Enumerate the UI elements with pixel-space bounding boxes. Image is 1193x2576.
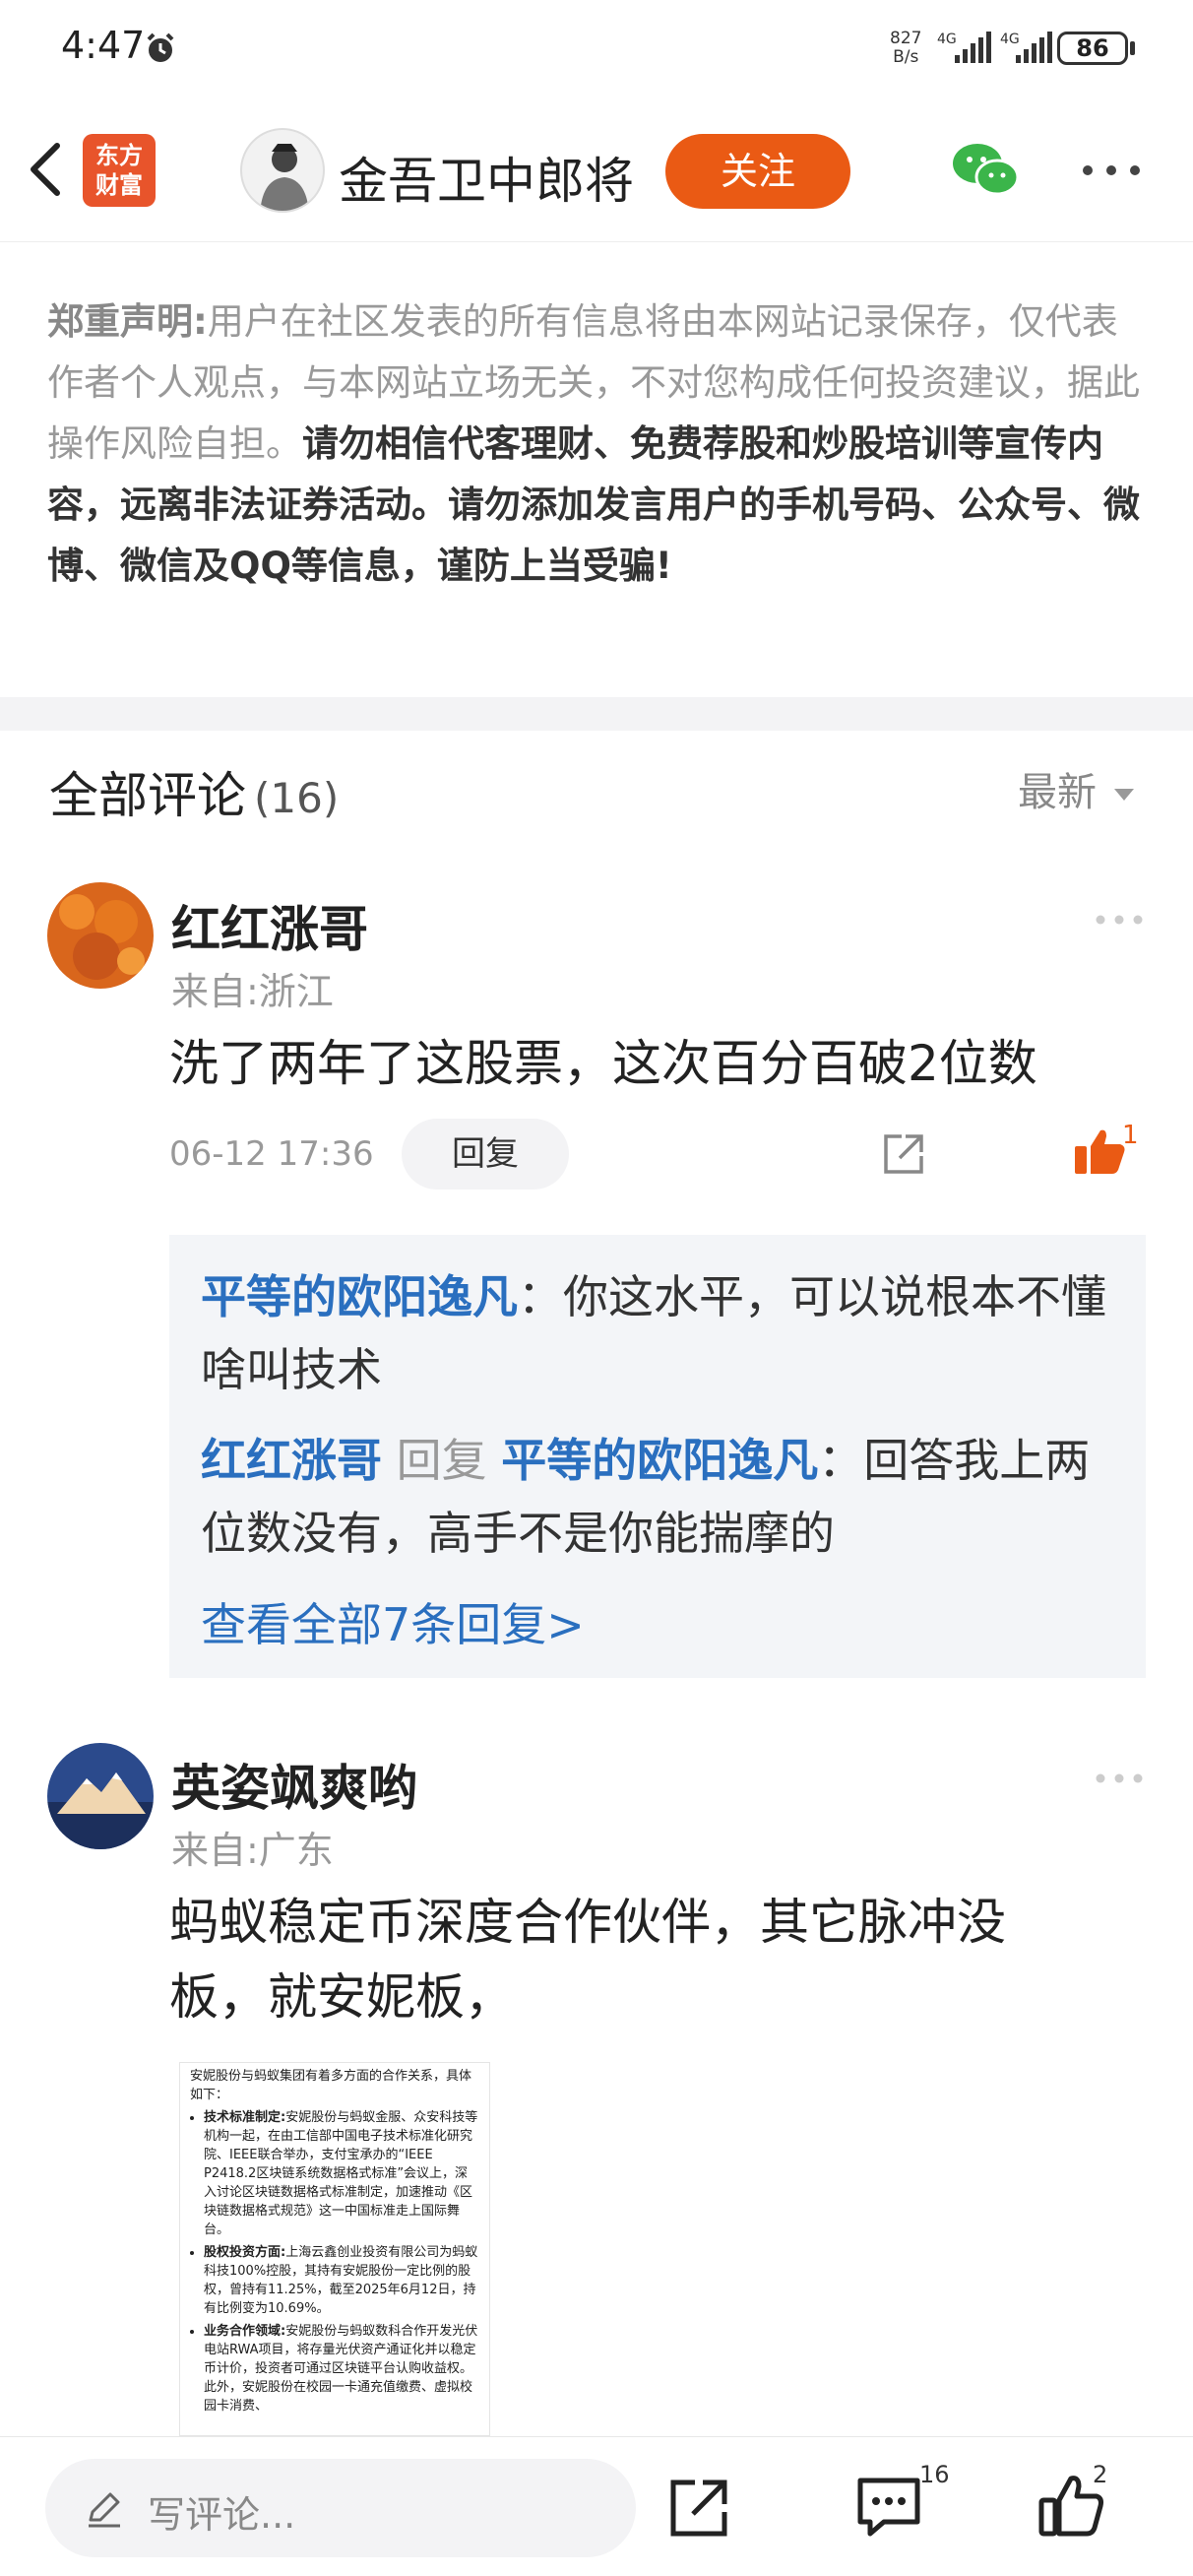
battery-tip — [1130, 41, 1135, 55]
bottom-action-bar: 写评论... 16 2 — [0, 2436, 1193, 2576]
view-all-replies-link[interactable]: 查看全部7条回复> — [201, 1589, 585, 1654]
disclaimer: 郑重声明:用户在社区发表的所有信息将由本网站记录保存，仅代表作者个人观点，与本网… — [47, 291, 1152, 597]
reply-target-user[interactable]: 平等的欧阳逸凡 — [501, 1434, 818, 1487]
svg-text:4G: 4G — [937, 32, 957, 47]
more-options-icon[interactable] — [1081, 163, 1142, 177]
commenter-avatar[interactable] — [47, 882, 154, 989]
status-time: 4:47 — [61, 24, 146, 67]
pencil-icon — [89, 2492, 120, 2528]
comment-input[interactable]: 写评论... — [45, 2459, 636, 2557]
reply-user[interactable]: 红红涨哥 — [201, 1434, 382, 1487]
disclaimer-title: 郑重声明: — [47, 300, 208, 343]
back-arrow-icon[interactable] — [22, 138, 69, 201]
status-bar: 4:47 827 B/s 4G 4G 86 — [0, 0, 1193, 98]
signal-icon: 4G — [937, 32, 991, 63]
comment-text: 洗了两年了这股票，这次百分百破2位数 — [169, 1035, 1037, 1092]
comment-count: 16 — [919, 2461, 950, 2488]
comments-heading: 全部评论 (16) — [49, 767, 340, 824]
comment-time: 06-12 17:36 — [169, 1134, 374, 1174]
comment-placeholder: 写评论... — [148, 2493, 296, 2537]
like-count: 2 — [1093, 2461, 1108, 2488]
thumbs-up-icon[interactable] — [1073, 1127, 1126, 1176]
reply-user[interactable]: 平等的欧阳逸凡 — [201, 1270, 518, 1323]
commenter-avatar[interactable] — [47, 1743, 154, 1849]
author-name[interactable]: 金吾卫中郎将 — [339, 142, 634, 213]
post-header: 东方 财富 金吾卫中郎将 关注 — [0, 98, 1193, 242]
eastmoney-logo[interactable]: 东方 财富 — [83, 134, 156, 207]
network-speed: 827 B/s — [890, 29, 922, 67]
commenter-name[interactable]: 红红涨哥 — [171, 890, 368, 961]
comment-image[interactable]: 安妮股份与蚂蚁集团有着多方面的合作关系，具体如下： 技术标准制定:安妮股份与蚂蚁… — [179, 2062, 490, 2436]
comment-more-icon[interactable] — [1095, 914, 1144, 926]
comment-icon[interactable] — [854, 2475, 923, 2540]
reply-thread: 平等的欧阳逸凡：你这水平，可以说根本不懂啥叫技术 红红涨哥 回复 平等的欧阳逸凡… — [169, 1235, 1146, 1678]
comment-more-icon[interactable] — [1095, 1772, 1144, 1784]
section-divider — [0, 697, 1193, 731]
alarm-icon — [147, 32, 174, 62]
reply-item: 红红涨哥 回复 平等的欧阳逸凡：回答我上两位数没有，高手不是你能揣摩的 — [201, 1434, 1091, 1560]
wechat-share-icon[interactable] — [951, 140, 1020, 201]
battery-icon: 86 — [1057, 32, 1128, 65]
share-icon[interactable] — [880, 1130, 927, 1178]
svg-text:4G: 4G — [1000, 32, 1020, 47]
like-count: 1 — [1122, 1121, 1139, 1150]
commenter-location: 来自:浙江 — [171, 970, 334, 1013]
reply-item: 平等的欧阳逸凡：你这水平，可以说根本不懂啥叫技术 — [201, 1270, 1106, 1396]
signal-icon-2: 4G — [1000, 32, 1052, 63]
author-avatar[interactable] — [240, 128, 325, 213]
reply-button[interactable]: 回复 — [402, 1119, 569, 1190]
commenter-name[interactable]: 英姿飒爽哟 — [171, 1749, 417, 1820]
follow-button[interactable]: 关注 — [665, 134, 850, 209]
comment-text: 蚂蚁稳定币深度合作伙伴，其它脉冲没板，就安妮板， — [169, 1894, 1006, 2026]
comments-count: (16) — [254, 774, 340, 822]
commenter-location: 来自:广东 — [171, 1829, 334, 1872]
share-icon[interactable] — [665, 2473, 734, 2542]
sort-select[interactable]: 最新 — [1018, 760, 1134, 817]
chevron-down-icon — [1114, 789, 1134, 801]
